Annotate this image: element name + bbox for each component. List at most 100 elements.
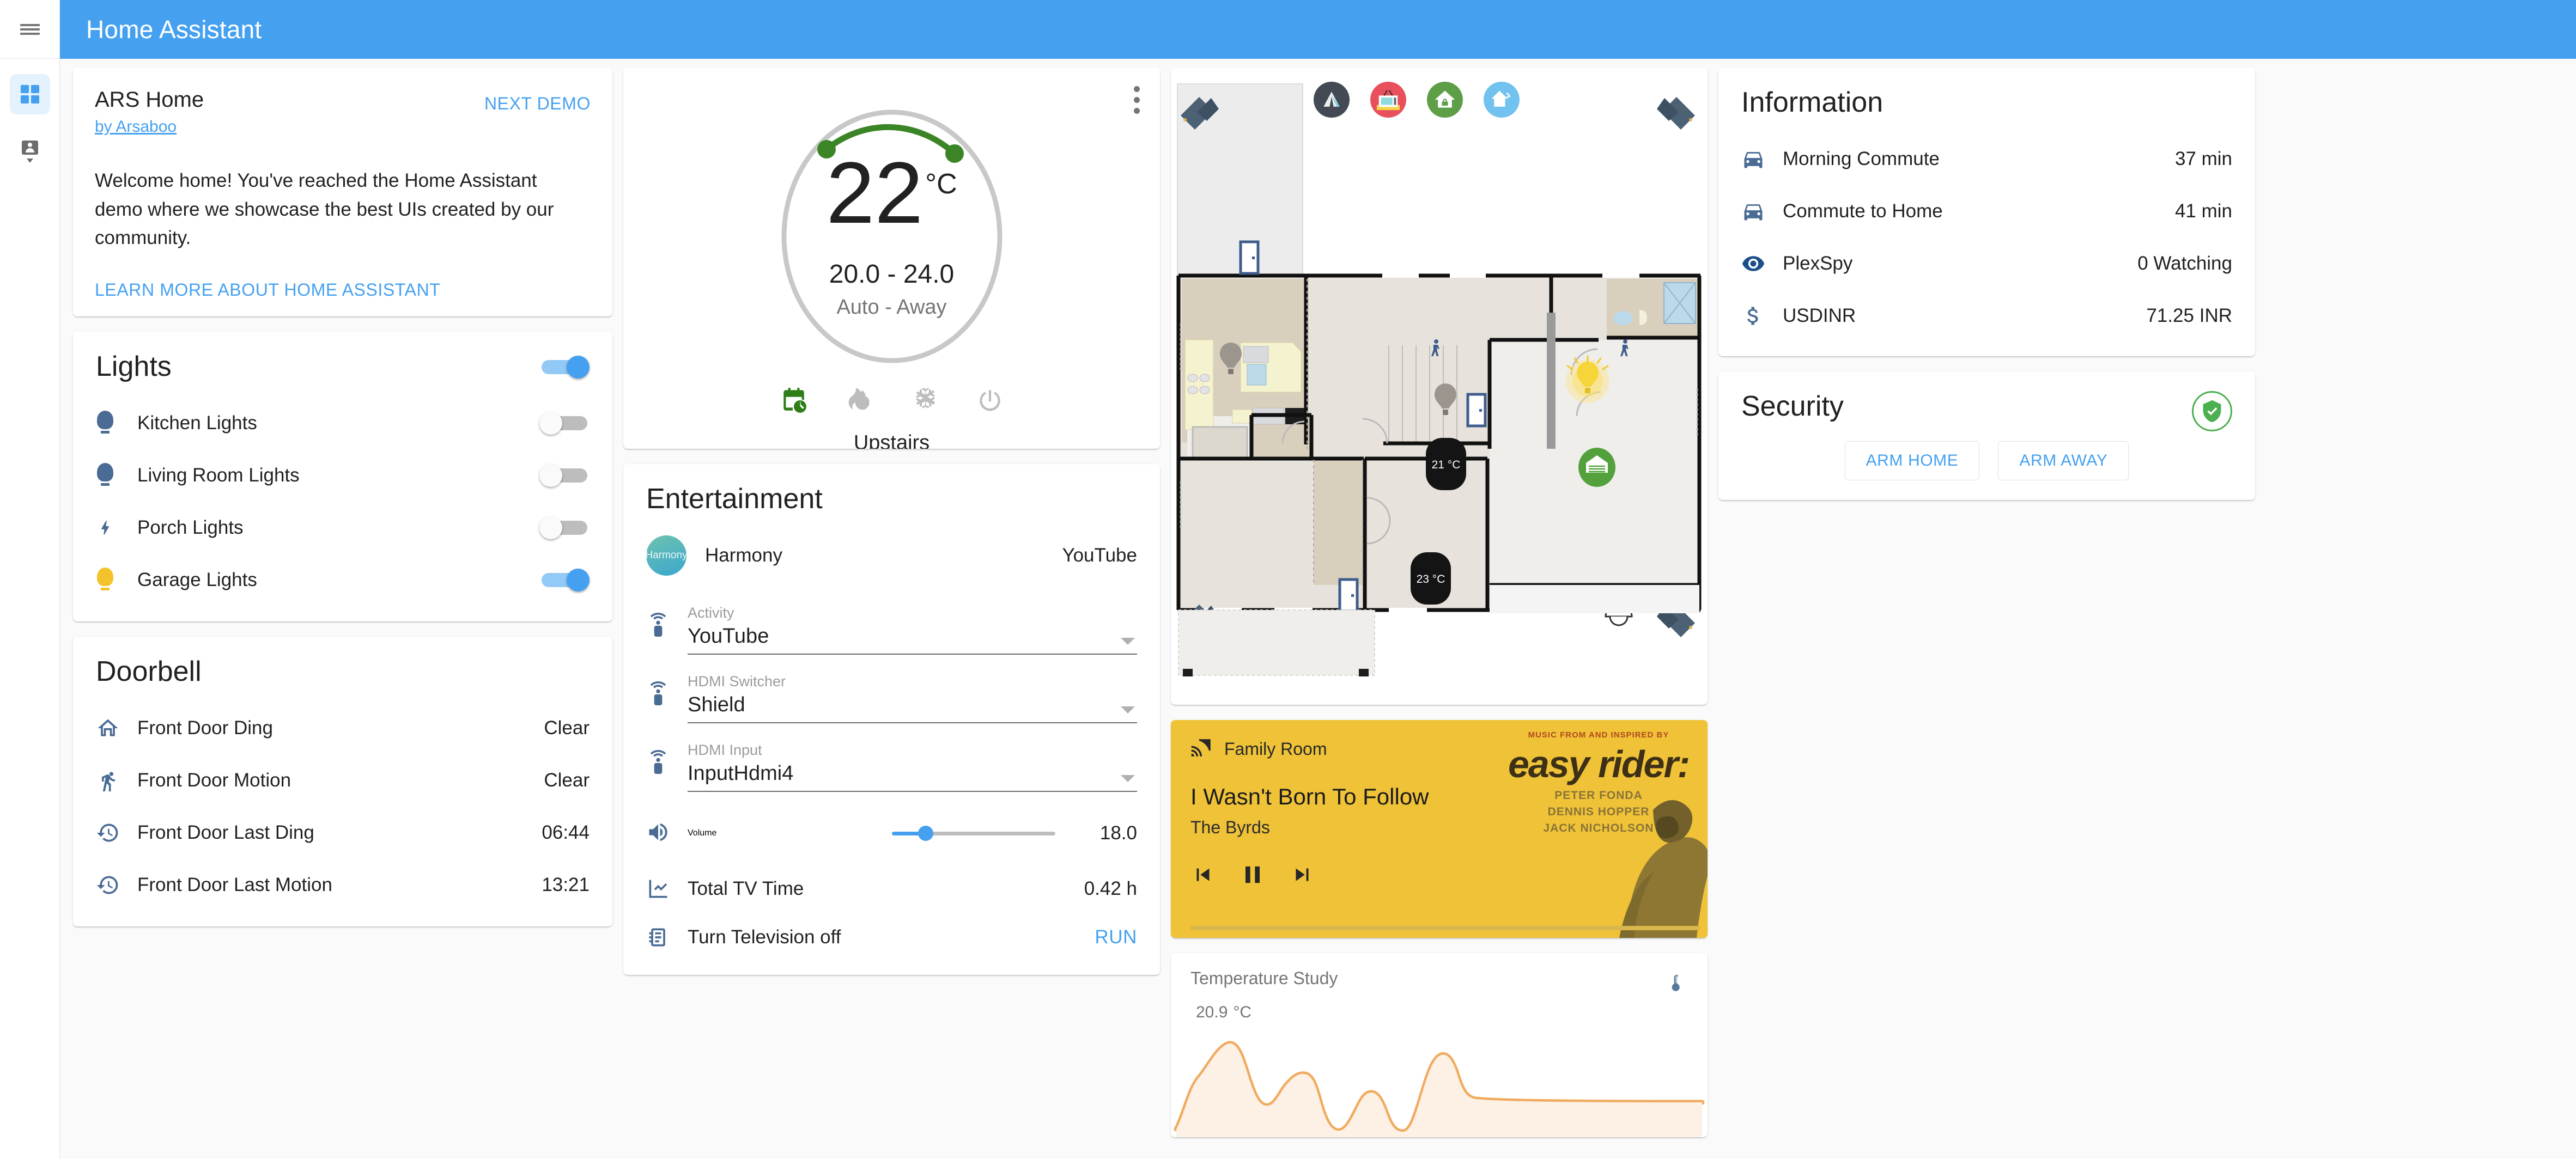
thermostat-target-range: 20.0 - 24.0 <box>829 260 955 289</box>
list-item[interactable]: Front Door Ding Clear <box>73 702 612 754</box>
dollar-icon <box>1741 304 1783 328</box>
lights-master-toggle[interactable] <box>539 355 590 379</box>
entertainment-card: Entertainment Harmony Harmony YouTube Ac… <box>623 464 1160 975</box>
floorplan-svg[interactable]: 21 °C 23 °C <box>1171 68 1708 705</box>
info-label: Morning Commute <box>1783 148 1940 169</box>
thermostat-unit: °C <box>925 168 957 200</box>
remote-icon <box>646 612 688 655</box>
select-value: YouTube <box>688 625 769 648</box>
cast-icon <box>1190 736 1213 762</box>
list-item[interactable]: Kitchen Lights <box>73 397 612 449</box>
temperature-study-card[interactable]: Temperature Study 20.9 °C <box>1171 953 1708 1137</box>
svg-text:21 °C: 21 °C <box>1432 459 1461 471</box>
more-vertical-icon[interactable] <box>1134 86 1141 119</box>
chevron-down-icon[interactable] <box>1121 775 1135 782</box>
demo-author-link[interactable]: by Arsaboo <box>95 118 177 136</box>
shield-check-icon[interactable] <box>2192 391 2232 431</box>
light-toggle[interactable] <box>539 463 590 487</box>
media-track-title: I Wasn't Born To Follow <box>1190 784 1429 809</box>
thermostat-dial[interactable]: 22°C 20.0 - 24.0 Auto - Away <box>723 94 1061 377</box>
hdmi-input-select-row[interactable]: HDMI Input InputHdmi4 <box>623 723 1160 792</box>
sidebar-item-dashboard[interactable] <box>9 74 50 114</box>
list-item[interactable]: Front Door Last Motion 13:21 <box>73 859 612 911</box>
light-label: Porch Lights <box>137 516 244 538</box>
volume-slider[interactable] <box>892 822 1055 844</box>
list-item[interactable]: Morning Commute 37 min <box>1718 133 2255 185</box>
temperature-chart <box>1174 1041 1705 1137</box>
column-2: 22°C 20.0 - 24.0 Auto - Away Upstairs En… <box>623 68 1160 975</box>
camera-icon <box>1657 97 1695 130</box>
tv-time-label: Total TV Time <box>688 878 804 899</box>
light-toggle[interactable] <box>539 411 590 435</box>
thermostat-current-temp: 22 <box>826 144 924 241</box>
flash-icon <box>96 515 137 541</box>
hdmi-switcher-select-row[interactable]: HDMI Switcher Shield <box>623 655 1160 723</box>
house-unlock-icon[interactable] <box>1427 82 1463 118</box>
list-item[interactable]: Front Door Last Ding 06:44 <box>73 807 612 859</box>
temperature-study-title: Temperature Study <box>1190 968 1338 988</box>
arm-away-button[interactable]: ARM AWAY <box>1998 441 2129 480</box>
info-value: 41 min <box>2174 200 2232 222</box>
eye-icon <box>1741 252 1783 276</box>
thermostat-mode-text: Auto - Away <box>836 296 947 319</box>
tv-time-row[interactable]: Total TV Time 0.42 h <box>623 863 1160 915</box>
column-3: 21 °C 23 °C MUSIC FROM AND INSPIRED BY e… <box>1171 68 1708 1137</box>
fire-icon[interactable] <box>845 386 874 415</box>
thermostat-name: Upstairs <box>853 431 930 449</box>
power-icon[interactable] <box>975 386 1005 415</box>
person-marker-icon <box>21 141 38 163</box>
door-sensor-icon <box>1239 240 1260 275</box>
info-label: Commute to Home <box>1783 200 1943 222</box>
walk-icon <box>96 768 137 792</box>
temperature-study-value: 20.9 <box>1196 1003 1228 1021</box>
learn-more-link[interactable]: LEARN MORE ABOUT HOME ASSISTANT <box>95 280 591 300</box>
remote-icon <box>646 681 688 723</box>
house-wifi-icon[interactable] <box>1484 82 1520 118</box>
skip-next-icon[interactable] <box>1290 862 1315 890</box>
door-sensor-icon <box>1338 578 1359 613</box>
activity-select-row[interactable]: Activity YouTube <box>623 586 1160 655</box>
media-progress-bar[interactable] <box>1190 926 1700 930</box>
light-label: Kitchen Lights <box>137 412 257 434</box>
history-clock-icon <box>96 821 137 845</box>
list-item[interactable]: USDINR 71.25 INR <box>1718 290 2255 342</box>
television-icon[interactable] <box>1370 82 1406 118</box>
next-demo-button[interactable]: NEXT DEMO <box>484 94 591 114</box>
column-1: ARS Home by Arsaboo NEXT DEMO Welcome ho… <box>73 68 612 926</box>
arm-home-button[interactable]: ARM HOME <box>1844 441 1980 480</box>
thermostat-card: 22°C 20.0 - 24.0 Auto - Away Upstairs <box>623 68 1160 449</box>
media-player-card[interactable]: MUSIC FROM AND INSPIRED BY easy rider: P… <box>1171 720 1708 938</box>
list-item[interactable]: Living Room Lights <box>73 449 612 502</box>
script-run-button[interactable]: RUN <box>1095 926 1137 948</box>
volume-row[interactable]: Volume 18.0 <box>623 804 1160 863</box>
security-card-title: Security <box>1741 391 1844 422</box>
hamburger-menu-icon[interactable] <box>0 0 60 59</box>
light-toggle[interactable] <box>539 568 590 591</box>
light-toggle[interactable] <box>539 516 590 539</box>
skip-previous-icon[interactable] <box>1190 862 1216 890</box>
list-item[interactable]: PlexSpy 0 Watching <box>1718 237 2255 290</box>
snowflake-icon[interactable] <box>910 386 939 415</box>
chevron-down-icon[interactable] <box>1121 706 1135 713</box>
script-row[interactable]: Turn Television off RUN <box>623 915 1160 975</box>
select-label: Activity <box>688 605 734 621</box>
list-item[interactable]: Commute to Home 41 min <box>1718 185 2255 237</box>
list-item[interactable]: Porch Lights <box>73 502 612 554</box>
sidebar-item-map[interactable] <box>10 130 50 170</box>
list-item[interactable]: Garage Lights <box>73 554 612 606</box>
tent-logo-icon[interactable] <box>1314 82 1350 118</box>
doorbell-label: Front Door Last Motion <box>137 874 332 895</box>
list-item[interactable]: Harmony Harmony YouTube <box>623 525 1160 586</box>
dashboard-grid-icon <box>20 85 39 103</box>
chevron-down-icon[interactable] <box>1121 638 1135 645</box>
svg-text:23 °C: 23 °C <box>1417 573 1445 585</box>
avatar: Harmony <box>645 535 688 576</box>
home-outline-icon <box>96 716 137 740</box>
lights-card-title: Lights <box>96 350 172 382</box>
list-item[interactable]: Front Door Motion Clear <box>73 754 612 807</box>
media-track-artist: The Byrds <box>1190 818 1270 837</box>
top-app-bar: Home Assistant <box>60 0 2576 59</box>
calendar-sync-icon[interactable] <box>779 386 809 415</box>
sidebar <box>0 0 60 1159</box>
pause-icon[interactable] <box>1238 861 1267 892</box>
